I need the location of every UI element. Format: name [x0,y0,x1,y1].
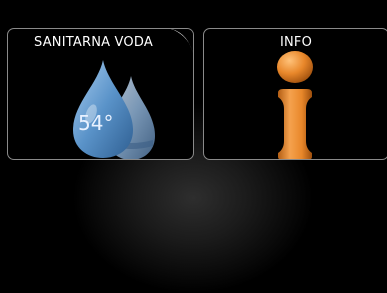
info-title: INFO [279,35,313,50]
page-curl-icon[interactable] [166,28,194,56]
water-drop-icon [73,60,155,159]
home-screen: SANITARNA VODA 54° INFO [0,0,387,293]
hot-water-tile[interactable]: SANITARNA VODA 54° [7,28,194,160]
hot-water-title: SANITARNA VODA [34,35,153,50]
info-tile[interactable]: INFO [203,28,387,160]
hot-water-temperature: 54° [78,111,114,135]
info-icon [277,51,313,159]
